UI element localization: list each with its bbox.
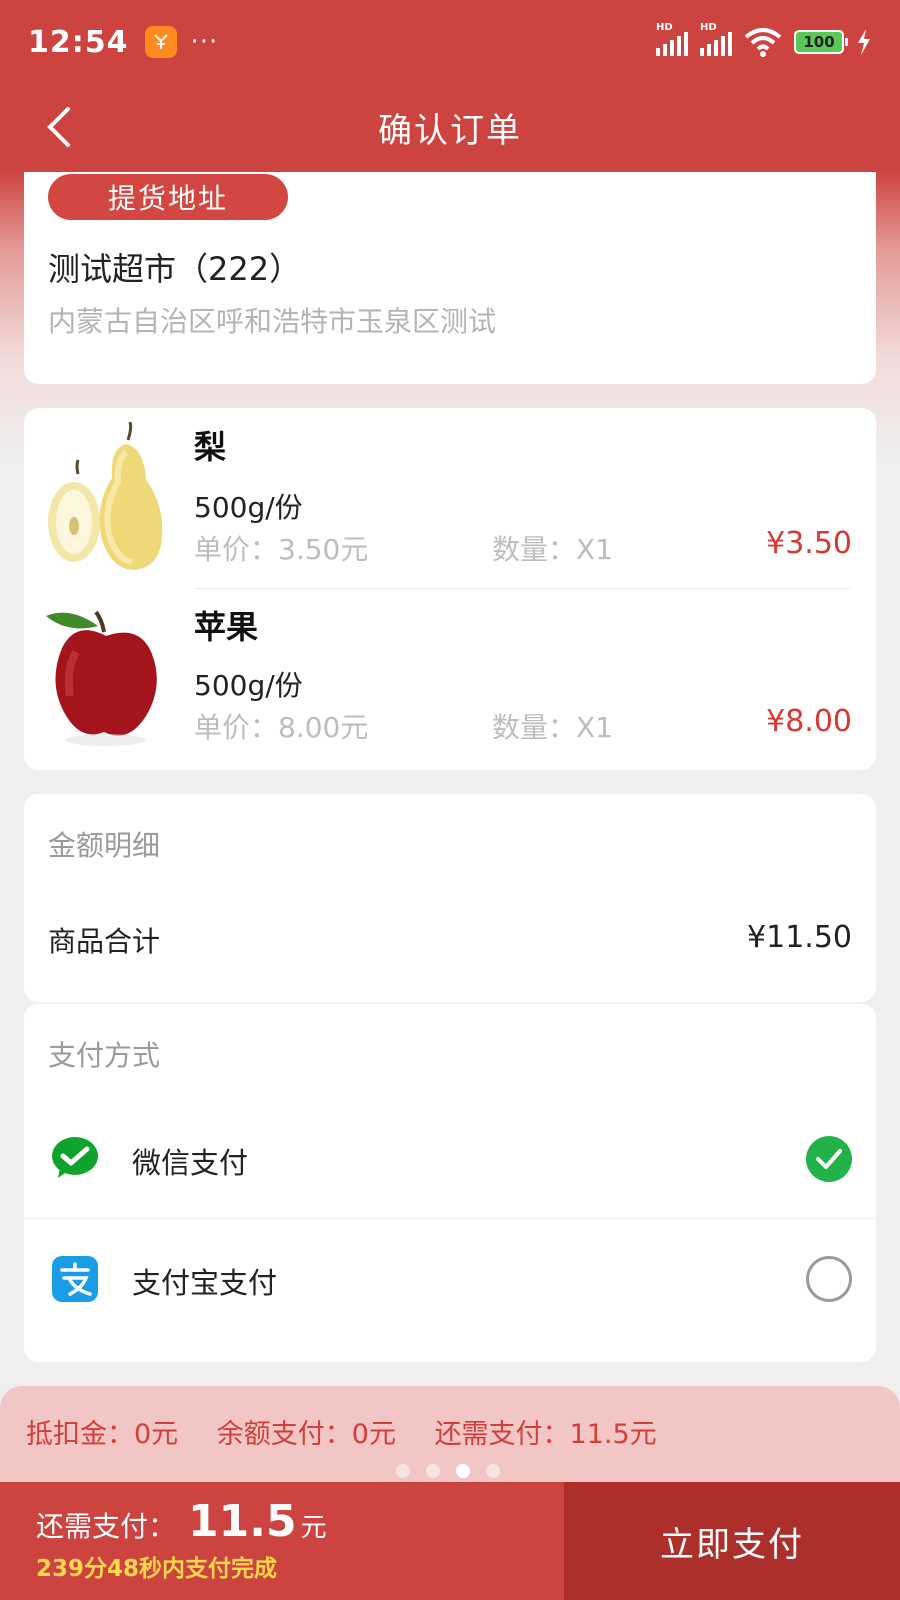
wechat-icon xyxy=(52,1137,98,1178)
product-list-card: 梨 500g/份 单价：3.50元 数量：X1 ¥3.50 苹果 500g/份 … xyxy=(24,408,876,770)
status-bar: 12:54 ··· HD HD 100 xyxy=(0,0,900,84)
chevron-left-icon xyxy=(47,107,70,147)
signal-icon-2: HD xyxy=(700,22,732,56)
checkout-bar: 还需支付： 11.5 元 239分48秒内支付完成 立即支付 xyxy=(0,1482,900,1600)
need-pay-label: 还需支付： xyxy=(36,1510,177,1543)
nav-bar: 确认订单 xyxy=(0,84,900,170)
payment-divider xyxy=(24,1218,876,1219)
payment-summary: 抵扣金：0元 余额支付：0元 还需支付：11.5元 xyxy=(0,1386,900,1486)
page-dot-active xyxy=(456,1464,470,1478)
amount-detail-card: 金额明细 商品合计 ¥11.50 xyxy=(24,794,876,1002)
store-address: 内蒙古自治区呼和浩特市玉泉区测试 xyxy=(48,305,497,338)
product-spec: 500g/份 xyxy=(194,669,303,702)
page-dot xyxy=(486,1464,500,1478)
pickup-address-card[interactable]: 提货地址 测试超市（222） 内蒙古自治区呼和浩特市玉泉区测试 xyxy=(24,172,876,384)
need-pay-amount: 11.5 xyxy=(188,1496,297,1547)
deduction-text: 抵扣金：0元 xyxy=(26,1419,179,1450)
product-unit-price: 单价：8.00元 xyxy=(194,711,369,744)
remaining-text: 还需支付：11.5元 xyxy=(434,1419,657,1450)
subtotal-label: 商品合计 xyxy=(48,925,161,958)
alipay-icon xyxy=(52,1256,98,1302)
signal-icon-1: HD xyxy=(656,22,688,56)
page-dot xyxy=(396,1464,410,1478)
wifi-icon xyxy=(744,28,782,57)
battery-icon: 100 xyxy=(794,30,848,54)
status-time: 12:54 xyxy=(28,24,129,60)
pickup-address-tag: 提货地址 xyxy=(48,174,288,220)
page-dot xyxy=(426,1464,440,1478)
store-name: 测试超市（222） xyxy=(48,250,302,288)
back-button[interactable] xyxy=(34,102,84,152)
balance-text: 余额支付：0元 xyxy=(216,1419,396,1450)
product-unit-price: 单价：3.50元 xyxy=(194,533,369,566)
app-notification-icon xyxy=(144,26,177,58)
payment-method-card: 支付方式 微信支付 支付宝支付 xyxy=(24,1004,876,1362)
product-item-pear[interactable]: 梨 500g/份 单价：3.50元 数量：X1 ¥3.50 xyxy=(24,408,876,588)
page-title: 确认订单 xyxy=(378,110,522,151)
need-pay-unit: 元 xyxy=(300,1513,327,1543)
payment-option-wechat[interactable]: 微信支付 xyxy=(24,1104,876,1214)
pay-now-button[interactable]: 立即支付 xyxy=(564,1482,900,1600)
payment-option-alipay[interactable]: 支付宝支付 xyxy=(24,1224,876,1334)
apple-image xyxy=(46,610,157,746)
product-name: 梨 xyxy=(194,428,227,466)
radio-checked[interactable] xyxy=(806,1136,852,1182)
product-price: ¥8.00 xyxy=(766,704,852,739)
pear-image xyxy=(48,422,163,570)
product-quantity: 数量：X1 xyxy=(492,711,613,744)
page-indicator xyxy=(396,1464,500,1478)
payment-countdown: 239分48秒内支付完成 xyxy=(36,1556,278,1582)
payment-option-label: 支付宝支付 xyxy=(132,1266,278,1300)
product-item-apple[interactable]: 苹果 500g/份 单价：8.00元 数量：X1 ¥8.00 xyxy=(24,588,876,768)
amount-detail-title: 金额明细 xyxy=(48,829,161,862)
subtotal-value: ¥11.50 xyxy=(747,920,852,955)
product-quantity: 数量：X1 xyxy=(492,533,613,566)
payment-method-title: 支付方式 xyxy=(48,1039,161,1072)
product-name: 苹果 xyxy=(194,608,259,646)
product-spec: 500g/份 xyxy=(194,491,303,524)
check-icon xyxy=(816,1149,842,1169)
radio-unchecked[interactable] xyxy=(806,1256,852,1302)
payment-option-label: 微信支付 xyxy=(132,1146,249,1180)
product-price: ¥3.50 xyxy=(766,526,852,561)
charging-icon xyxy=(858,29,870,55)
more-notifications-icon: ··· xyxy=(190,27,219,57)
